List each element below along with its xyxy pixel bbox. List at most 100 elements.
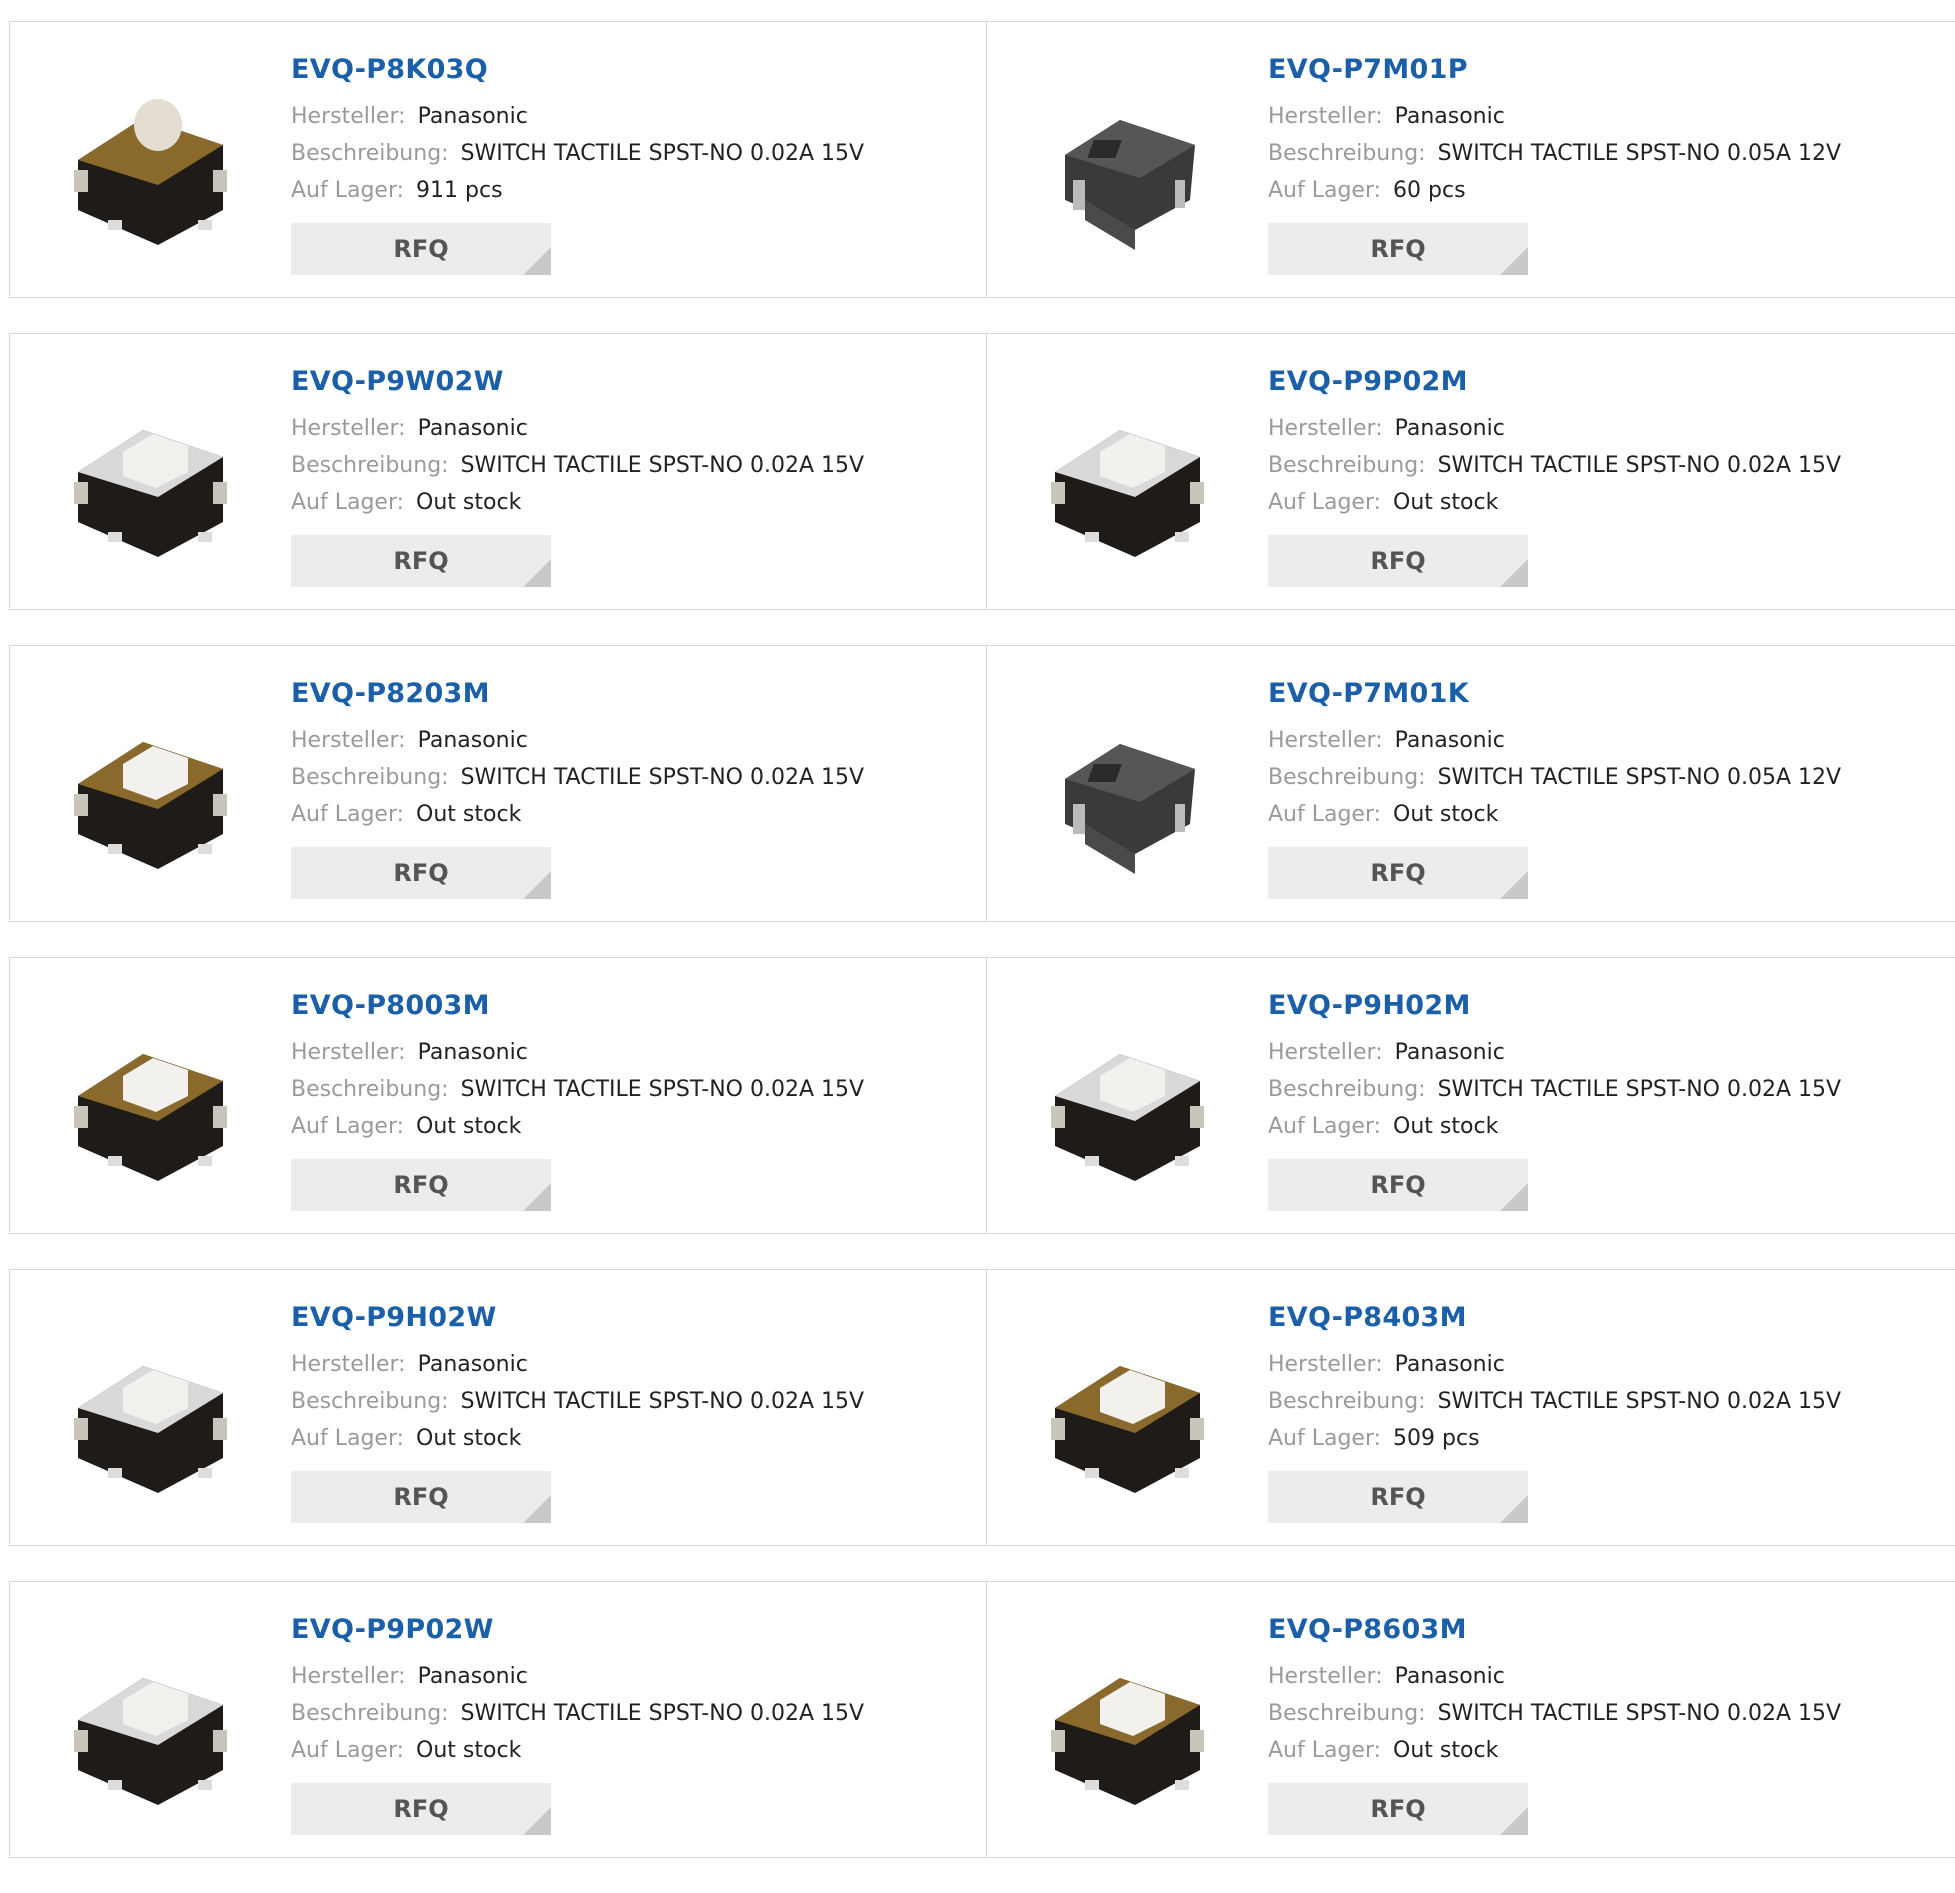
part-number-link[interactable]: EVQ-P8203M — [291, 674, 864, 714]
product-info: EVQ-P7M01K Hersteller: Panasonic Beschrei… — [1268, 674, 1841, 833]
rfq-corner-decoration — [523, 871, 551, 899]
description-value: SWITCH TACTILE SPST-NO 0.02A 15V — [460, 1389, 865, 1414]
rfq-button[interactable]: RFQ — [291, 1783, 551, 1835]
product-image[interactable] — [1025, 372, 1225, 572]
rfq-button[interactable]: RFQ — [1268, 1159, 1528, 1211]
stock-value: Out stock — [416, 490, 522, 515]
rfq-button[interactable]: RFQ — [1268, 1783, 1528, 1835]
manufacturer-label: Hersteller: — [1268, 1664, 1383, 1689]
product-image[interactable] — [48, 996, 248, 1196]
manufacturer-row: Hersteller: Panasonic — [291, 98, 864, 135]
switch-silver-icon — [1051, 1054, 1204, 1181]
manufacturer-label: Hersteller: — [291, 1352, 406, 1377]
rfq-label: RFQ — [393, 859, 449, 887]
manufacturer-value: Panasonic — [417, 1664, 528, 1689]
rfq-button[interactable]: RFQ — [291, 1471, 551, 1523]
description-row: Beschreibung: SWITCH TACTILE SPST-NO 0.02… — [1268, 1383, 1841, 1420]
stock-label: Auf Lager: — [291, 1738, 405, 1763]
part-number-link[interactable]: EVQ-P7M01P — [1268, 50, 1841, 90]
product-image[interactable] — [48, 684, 248, 884]
part-number-link[interactable]: EVQ-P8K03Q — [291, 50, 864, 90]
rfq-corner-decoration — [1500, 1495, 1528, 1523]
manufacturer-value: Panasonic — [417, 728, 528, 753]
switch-grey-side-icon — [1065, 120, 1195, 250]
product-image[interactable] — [48, 1620, 248, 1820]
description-value: SWITCH TACTILE SPST-NO 0.02A 15V — [460, 141, 865, 166]
rfq-label: RFQ — [393, 1171, 449, 1199]
rfq-corner-decoration — [523, 1183, 551, 1211]
rfq-label: RFQ — [1370, 1171, 1426, 1199]
product-image[interactable] — [48, 60, 248, 260]
product-image[interactable] — [1025, 1308, 1225, 1508]
manufacturer-value: Panasonic — [1394, 1352, 1505, 1377]
manufacturer-row: Hersteller: Panasonic — [291, 410, 864, 447]
rfq-button[interactable]: RFQ — [291, 847, 551, 899]
product-image[interactable] — [1025, 996, 1225, 1196]
product-image[interactable] — [1025, 60, 1225, 260]
product-info: EVQ-P9H02W Hersteller: Panasonic Beschrei… — [291, 1298, 864, 1457]
rfq-button[interactable]: RFQ — [1268, 1471, 1528, 1523]
description-value: SWITCH TACTILE SPST-NO 0.05A 12V — [1437, 765, 1842, 790]
part-number-link[interactable]: EVQ-P9P02M — [1268, 362, 1841, 402]
rfq-label: RFQ — [1370, 235, 1426, 263]
manufacturer-label: Hersteller: — [291, 1664, 406, 1689]
stock-label: Auf Lager: — [291, 178, 405, 203]
part-number-link[interactable]: EVQ-P8403M — [1268, 1298, 1841, 1338]
stock-label: Auf Lager: — [291, 802, 405, 827]
switch-grey-side-icon — [1065, 744, 1195, 874]
rfq-corner-decoration — [1500, 871, 1528, 899]
switch-silver-icon — [74, 1678, 227, 1805]
manufacturer-label: Hersteller: — [291, 728, 406, 753]
rfq-corner-decoration — [1500, 559, 1528, 587]
manufacturer-row: Hersteller: Panasonic — [1268, 1034, 1841, 1071]
product-image[interactable] — [1025, 1620, 1225, 1820]
manufacturer-label: Hersteller: — [1268, 416, 1383, 441]
part-number-link[interactable]: EVQ-P8603M — [1268, 1610, 1841, 1650]
rfq-button[interactable]: RFQ — [291, 1159, 551, 1211]
rfq-corner-decoration — [1500, 247, 1528, 275]
rfq-button[interactable]: RFQ — [1268, 847, 1528, 899]
switch-gold-icon — [74, 742, 227, 869]
description-row: Beschreibung: SWITCH TACTILE SPST-NO 0.02… — [291, 135, 864, 172]
rfq-button[interactable]: RFQ — [1268, 535, 1528, 587]
rfq-button[interactable]: RFQ — [1268, 223, 1528, 275]
stock-label: Auf Lager: — [1268, 178, 1382, 203]
rfq-button[interactable]: RFQ — [291, 535, 551, 587]
description-value: SWITCH TACTILE SPST-NO 0.02A 15V — [1437, 453, 1842, 478]
manufacturer-row: Hersteller: Panasonic — [1268, 1658, 1841, 1695]
description-row: Beschreibung: SWITCH TACTILE SPST-NO 0.02… — [291, 759, 864, 796]
product-info: EVQ-P9H02M Hersteller: Panasonic Beschrei… — [1268, 986, 1841, 1145]
description-label: Beschreibung: — [1268, 141, 1426, 166]
manufacturer-value: Panasonic — [417, 1352, 528, 1377]
product-image[interactable] — [1025, 684, 1225, 884]
manufacturer-value: Panasonic — [1394, 104, 1505, 129]
rfq-corner-decoration — [523, 559, 551, 587]
part-number-link[interactable]: EVQ-P8003M — [291, 986, 864, 1026]
description-row: Beschreibung: SWITCH TACTILE SPST-NO 0.02… — [291, 1383, 864, 1420]
description-label: Beschreibung: — [291, 1077, 449, 1102]
product-card: EVQ-P7M01P Hersteller: Panasonic Beschrei… — [987, 21, 1955, 298]
description-value: SWITCH TACTILE SPST-NO 0.05A 12V — [1437, 141, 1842, 166]
rfq-label: RFQ — [393, 1795, 449, 1823]
part-number-link[interactable]: EVQ-P7M01K — [1268, 674, 1841, 714]
description-value: SWITCH TACTILE SPST-NO 0.02A 15V — [460, 1701, 865, 1726]
stock-row: Auf Lager: Out stock — [1268, 1732, 1841, 1769]
rfq-corner-decoration — [1500, 1183, 1528, 1211]
rfq-button[interactable]: RFQ — [291, 223, 551, 275]
product-image[interactable] — [48, 1308, 248, 1508]
product-image[interactable] — [48, 372, 248, 572]
stock-value: Out stock — [416, 802, 522, 827]
product-info: EVQ-P9P02M Hersteller: Panasonic Beschrei… — [1268, 362, 1841, 521]
switch-silver-icon — [1051, 430, 1204, 557]
product-card: EVQ-P8203M Hersteller: Panasonic Beschrei… — [9, 645, 987, 922]
part-number-link[interactable]: EVQ-P9H02M — [1268, 986, 1841, 1026]
rfq-label: RFQ — [393, 1483, 449, 1511]
part-number-link[interactable]: EVQ-P9H02W — [291, 1298, 864, 1338]
product-card: EVQ-P8403M Hersteller: Panasonic Beschrei… — [987, 1269, 1955, 1546]
part-number-link[interactable]: EVQ-P9W02W — [291, 362, 864, 402]
stock-label: Auf Lager: — [1268, 1738, 1382, 1763]
product-card: EVQ-P7M01K Hersteller: Panasonic Beschrei… — [987, 645, 1955, 922]
stock-row: Auf Lager: Out stock — [1268, 1108, 1841, 1145]
rfq-corner-decoration — [523, 247, 551, 275]
part-number-link[interactable]: EVQ-P9P02W — [291, 1610, 864, 1650]
